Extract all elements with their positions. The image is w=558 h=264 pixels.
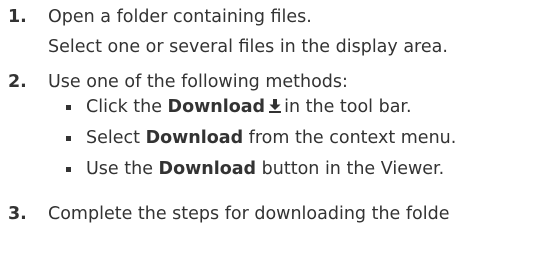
download-icon: [268, 98, 282, 114]
step-text: Use one of the following methods:: [48, 72, 348, 92]
download-term: Download: [145, 128, 244, 148]
step-text: Open a folder containing files.: [48, 7, 312, 27]
bullet-item: Select Download from the context menu.: [86, 127, 456, 149]
step-number: 1.: [8, 7, 27, 27]
bullet-text: Use the: [86, 159, 159, 179]
download-term: Download: [158, 159, 257, 179]
bullet-marker: [66, 105, 71, 110]
step-number: 3.: [8, 204, 27, 224]
bullet-marker: [66, 167, 71, 172]
bullet-text: button in the Viewer.: [256, 159, 445, 179]
step-number: 2.: [8, 72, 27, 92]
bullet-item: Use the Download button in the Viewer.: [86, 158, 444, 180]
bullet-text: Click the: [86, 97, 168, 117]
bullet-text: Select: [86, 128, 146, 148]
bullet-text: from the context menu.: [243, 128, 457, 148]
bullet-marker: [66, 136, 71, 141]
instruction-list: 1. Open a folder containing files. Selec…: [0, 0, 558, 264]
download-term: Download: [167, 97, 266, 117]
step-text: Complete the steps for downloading the f…: [48, 204, 450, 224]
bullet-text: in the tool bar.: [284, 97, 412, 117]
bullet-item: Click the Download in the tool bar.: [86, 96, 412, 118]
step-text: Select one or several files in the displ…: [48, 37, 448, 57]
